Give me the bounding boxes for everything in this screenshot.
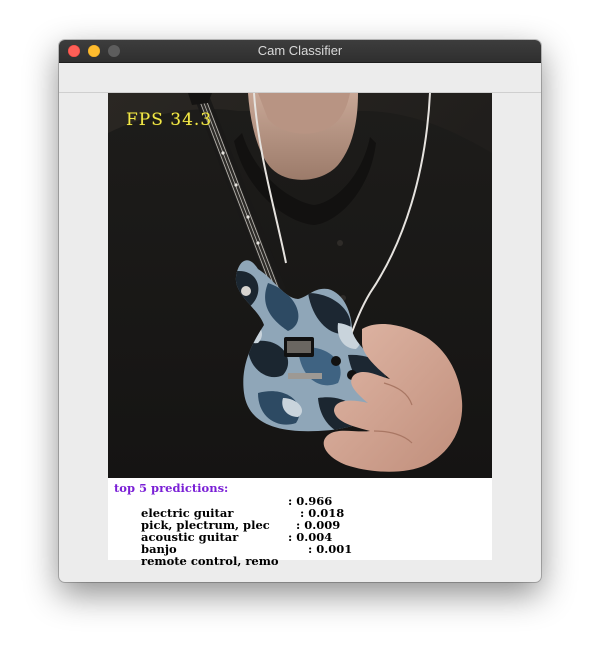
prediction-score: : 0.001 — [308, 542, 353, 556]
title-bar[interactable]: Cam Classifier — [59, 40, 541, 63]
fps-overlay: FPS 34.3 — [126, 110, 213, 130]
prediction-row: remote control, remo — [117, 543, 279, 580]
prediction-label: remote control, remo — [141, 554, 279, 569]
camera-feed: FPS 34.3 — [108, 93, 492, 478]
window-title: Cam Classifier — [257, 43, 343, 58]
predictions-panel: top 5 predictions: electric guitar : 0.9… — [108, 478, 492, 567]
toolbar-area — [59, 63, 541, 93]
camera-frame-image — [108, 93, 492, 478]
app-window: Cam Classifier FPS 34.3 top 5 prediction… — [59, 40, 541, 582]
predictions-title: top 5 predictions: — [114, 481, 229, 495]
